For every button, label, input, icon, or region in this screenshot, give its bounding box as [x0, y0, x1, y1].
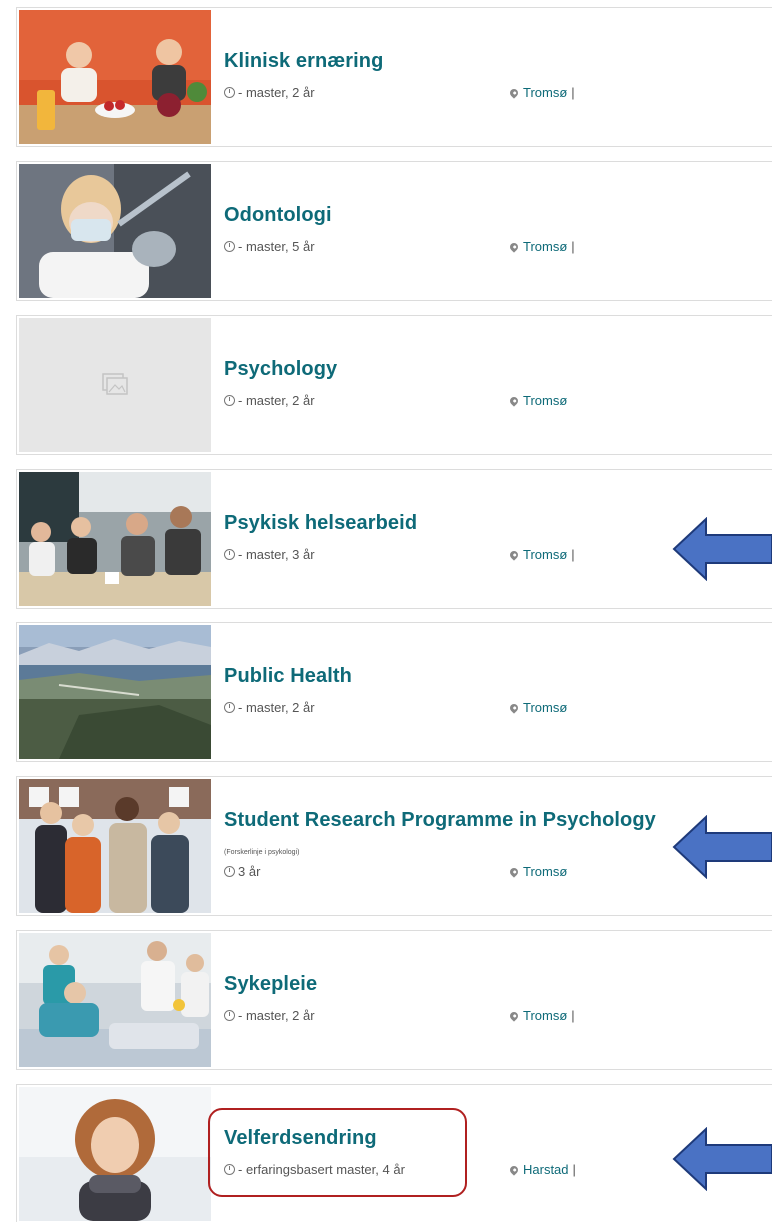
- location-pin-icon: [508, 865, 520, 878]
- program-location: Harstad |: [508, 1162, 576, 1177]
- program-image[interactable]: [19, 625, 211, 759]
- clock-icon: [224, 549, 235, 560]
- program-card-public-health[interactable]: Public Health - master, 2 år Tromsø: [16, 622, 772, 762]
- clock-icon: [224, 1010, 235, 1021]
- program-image[interactable]: [19, 933, 211, 1067]
- program-duration: - master, 2 år: [224, 393, 315, 408]
- program-image[interactable]: [19, 472, 211, 606]
- program-card-psychology[interactable]: Psychology - master, 2 år Tromsø: [16, 315, 772, 455]
- program-card-student-research-psychology[interactable]: Student Research Programme in Psychology…: [16, 776, 772, 916]
- program-title[interactable]: Odontologi: [224, 204, 332, 227]
- program-card-odontologi[interactable]: Odontologi - master, 5 år Tromsø |: [16, 161, 772, 301]
- location-pin-icon: [508, 1163, 520, 1176]
- program-title[interactable]: Psykisk helsearbeid: [224, 512, 417, 535]
- program-image[interactable]: [19, 1087, 211, 1221]
- highlight-annotation-box: [208, 1108, 467, 1197]
- program-image[interactable]: [19, 10, 211, 144]
- program-location: Tromsø |: [508, 547, 575, 562]
- program-duration: - master, 2 år: [224, 1008, 315, 1023]
- clock-icon: [224, 702, 235, 713]
- clock-icon: [224, 866, 235, 877]
- annotation-arrow-icon: [672, 517, 772, 581]
- location-pin-icon: [508, 240, 520, 253]
- program-card-sykepleie[interactable]: Sykepleie - master, 2 år Tromsø |: [16, 930, 772, 1070]
- program-image[interactable]: [19, 164, 211, 298]
- program-location: Tromsø |: [508, 1008, 575, 1023]
- program-card-klinisk-ernaering[interactable]: Klinisk ernæring - master, 2 år Tromsø |: [16, 7, 772, 147]
- program-location: Tromsø |: [508, 239, 575, 254]
- location-pin-icon: [508, 1009, 520, 1022]
- clock-icon: [224, 395, 235, 406]
- program-title[interactable]: Psychology: [224, 358, 337, 381]
- program-image[interactable]: [19, 779, 211, 913]
- program-duration: - master, 2 år: [224, 700, 315, 715]
- program-title[interactable]: Klinisk ernæring: [224, 50, 383, 73]
- program-location: Tromsø |: [508, 85, 575, 100]
- program-location: Tromsø: [508, 393, 571, 408]
- program-location: Tromsø: [508, 700, 571, 715]
- location-pin-icon: [508, 394, 520, 407]
- location-pin-icon: [508, 86, 520, 99]
- program-duration: - master, 2 år: [224, 85, 315, 100]
- program-duration: 3 år: [224, 864, 260, 879]
- annotation-arrow-icon: [672, 1127, 772, 1191]
- program-card-psykisk-helsearbeid[interactable]: Psykisk helsearbeid - master, 3 år Troms…: [16, 469, 772, 609]
- clock-icon: [224, 241, 235, 252]
- program-title[interactable]: Public Health: [224, 665, 352, 688]
- annotation-arrow-icon: [672, 815, 772, 879]
- location-pin-icon: [508, 548, 520, 561]
- program-image-placeholder[interactable]: [19, 318, 211, 452]
- program-duration: - master, 5 år: [224, 239, 315, 254]
- program-location: Tromsø: [508, 864, 571, 879]
- program-subtitle: (Forskerlinje i psykologi): [224, 849, 300, 856]
- program-title[interactable]: Sykepleie: [224, 973, 317, 996]
- program-duration: - master, 3 år: [224, 547, 315, 562]
- location-pin-icon: [508, 701, 520, 714]
- clock-icon: [224, 87, 235, 98]
- program-title[interactable]: Student Research Programme in Psychology: [224, 809, 656, 832]
